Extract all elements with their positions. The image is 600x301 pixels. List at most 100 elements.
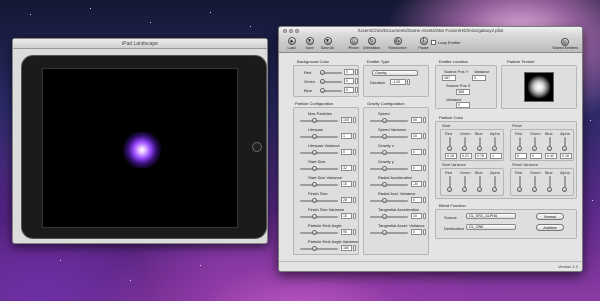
ipad-preview-window[interactable]: iPad Landscape bbox=[12, 38, 268, 244]
config-value-field[interactable]: 90 bbox=[341, 229, 352, 235]
color-channel-slider[interactable] bbox=[462, 176, 467, 192]
slider-knob[interactable] bbox=[312, 230, 317, 235]
ipad-screen[interactable] bbox=[42, 68, 238, 228]
config-value-field[interactable]: 10 bbox=[341, 213, 352, 219]
color-channel-value[interactable]: 0.18 bbox=[560, 153, 572, 159]
slider-knob[interactable] bbox=[562, 187, 567, 192]
config-stepper[interactable] bbox=[423, 229, 426, 235]
slider-knob[interactable] bbox=[447, 187, 452, 192]
config-slider[interactable] bbox=[370, 166, 408, 171]
color-channel-value[interactable]: 0.21 bbox=[460, 153, 472, 159]
config-stepper[interactable] bbox=[423, 213, 426, 219]
color-channel-slider[interactable] bbox=[562, 176, 567, 192]
config-slider[interactable] bbox=[370, 118, 408, 123]
slider-knob[interactable] bbox=[312, 214, 317, 219]
color-channel-slider[interactable] bbox=[477, 176, 482, 192]
slider-knob[interactable] bbox=[462, 187, 467, 192]
config-value-field[interactable]: 0 bbox=[411, 197, 422, 203]
save-as-button[interactable]: ▼ Save As bbox=[319, 37, 336, 50]
config-slider[interactable] bbox=[370, 230, 408, 235]
config-slider[interactable] bbox=[370, 150, 408, 155]
zoom-window-button[interactable] bbox=[295, 29, 299, 33]
config-stepper[interactable] bbox=[353, 117, 356, 123]
duration-stepper[interactable] bbox=[407, 79, 410, 85]
config-stepper[interactable] bbox=[423, 133, 426, 139]
bg-red-stepper[interactable] bbox=[355, 69, 358, 75]
config-slider[interactable] bbox=[300, 198, 338, 203]
color-channel-slider[interactable] bbox=[547, 137, 552, 151]
variance-y-field[interactable]: 0 bbox=[472, 75, 486, 81]
color-channel-slider[interactable] bbox=[492, 137, 497, 151]
color-channel-value[interactable]: 0.18 bbox=[445, 153, 457, 159]
shared-emitters-button[interactable]: ◎ Shared Emitters bbox=[552, 38, 578, 50]
config-value-field[interactable]: 1 bbox=[341, 133, 352, 139]
bg-green-field[interactable]: 0 bbox=[344, 78, 354, 84]
additive-blend-button[interactable]: Additive bbox=[536, 224, 564, 231]
slider-knob[interactable] bbox=[562, 146, 567, 151]
slider-knob[interactable] bbox=[517, 187, 522, 192]
bg-green-slider[interactable] bbox=[320, 79, 342, 84]
blend-destination-select[interactable]: GL_ONE bbox=[466, 224, 516, 230]
slider-knob[interactable] bbox=[382, 214, 387, 219]
slider-knob[interactable] bbox=[492, 187, 497, 192]
config-value-field[interactable]: 0 bbox=[341, 149, 352, 155]
config-slider[interactable] bbox=[300, 246, 338, 251]
config-slider[interactable] bbox=[300, 166, 338, 171]
color-channel-slider[interactable] bbox=[547, 176, 552, 192]
color-channel-slider[interactable] bbox=[447, 137, 452, 151]
slider-knob[interactable] bbox=[382, 134, 387, 139]
config-value-field[interactable]: 100 bbox=[341, 117, 352, 123]
color-channel-value[interactable]: 0 bbox=[515, 153, 527, 159]
pause-button[interactable]: ‖ Pause bbox=[415, 37, 432, 50]
bg-red-slider[interactable] bbox=[320, 70, 342, 75]
slider-knob[interactable] bbox=[547, 146, 552, 151]
config-slider[interactable] bbox=[300, 150, 338, 155]
bg-red-field[interactable]: 0 bbox=[344, 69, 354, 75]
config-stepper[interactable] bbox=[423, 149, 426, 155]
config-slider[interactable] bbox=[370, 134, 408, 139]
variance-x-field[interactable]: 0 bbox=[456, 102, 470, 108]
config-value-field[interactable]: 0 bbox=[411, 229, 422, 235]
color-channel-slider[interactable] bbox=[517, 137, 522, 151]
slider-knob[interactable] bbox=[382, 230, 387, 235]
config-value-field[interactable]: 10 bbox=[411, 133, 422, 139]
orientation-button[interactable]: ↻ Orientation bbox=[363, 37, 380, 50]
slider-knob[interactable] bbox=[382, 182, 387, 187]
bg-green-stepper[interactable] bbox=[355, 78, 358, 84]
save-button[interactable]: ▼ Save bbox=[301, 37, 318, 50]
config-stepper[interactable] bbox=[423, 117, 426, 123]
slider-knob[interactable] bbox=[382, 150, 387, 155]
config-value-field[interactable]: 50 bbox=[411, 117, 422, 123]
color-channel-value[interactable]: 0.76 bbox=[475, 153, 487, 159]
bg-blue-stepper[interactable] bbox=[355, 87, 358, 93]
color-channel-slider[interactable] bbox=[462, 137, 467, 151]
config-stepper[interactable] bbox=[353, 181, 356, 187]
config-stepper[interactable] bbox=[353, 245, 356, 251]
slider-knob[interactable] bbox=[382, 166, 387, 171]
color-channel-slider[interactable] bbox=[532, 176, 537, 192]
color-channel-slider[interactable] bbox=[477, 137, 482, 151]
slider-knob[interactable] bbox=[492, 146, 497, 151]
config-value-field[interactable]: 180 bbox=[341, 245, 352, 251]
load-button[interactable]: ▲ Load bbox=[283, 37, 300, 50]
slider-knob[interactable] bbox=[312, 150, 317, 155]
config-stepper[interactable] bbox=[353, 133, 356, 139]
slider-knob[interactable] bbox=[477, 146, 482, 151]
config-value-field[interactable]: -20 bbox=[411, 181, 422, 187]
randomize-button[interactable]: ⁂ Randomize bbox=[388, 37, 407, 50]
config-slider[interactable] bbox=[370, 182, 408, 187]
normal-blend-button[interactable]: Normal bbox=[536, 213, 564, 220]
color-channel-slider[interactable] bbox=[532, 137, 537, 151]
config-slider[interactable] bbox=[300, 118, 338, 123]
config-slider[interactable] bbox=[300, 214, 338, 219]
config-value-field[interactable]: 0 bbox=[411, 149, 422, 155]
config-stepper[interactable] bbox=[353, 165, 356, 171]
color-channel-slider[interactable] bbox=[562, 137, 567, 151]
config-stepper[interactable] bbox=[353, 149, 356, 155]
config-value-field[interactable]: 28 bbox=[341, 197, 352, 203]
slider-knob[interactable] bbox=[312, 198, 317, 203]
config-stepper[interactable] bbox=[423, 165, 426, 171]
color-channel-value[interactable]: 1 bbox=[490, 153, 502, 159]
color-channel-slider[interactable] bbox=[447, 176, 452, 192]
slider-knob[interactable] bbox=[312, 166, 317, 171]
